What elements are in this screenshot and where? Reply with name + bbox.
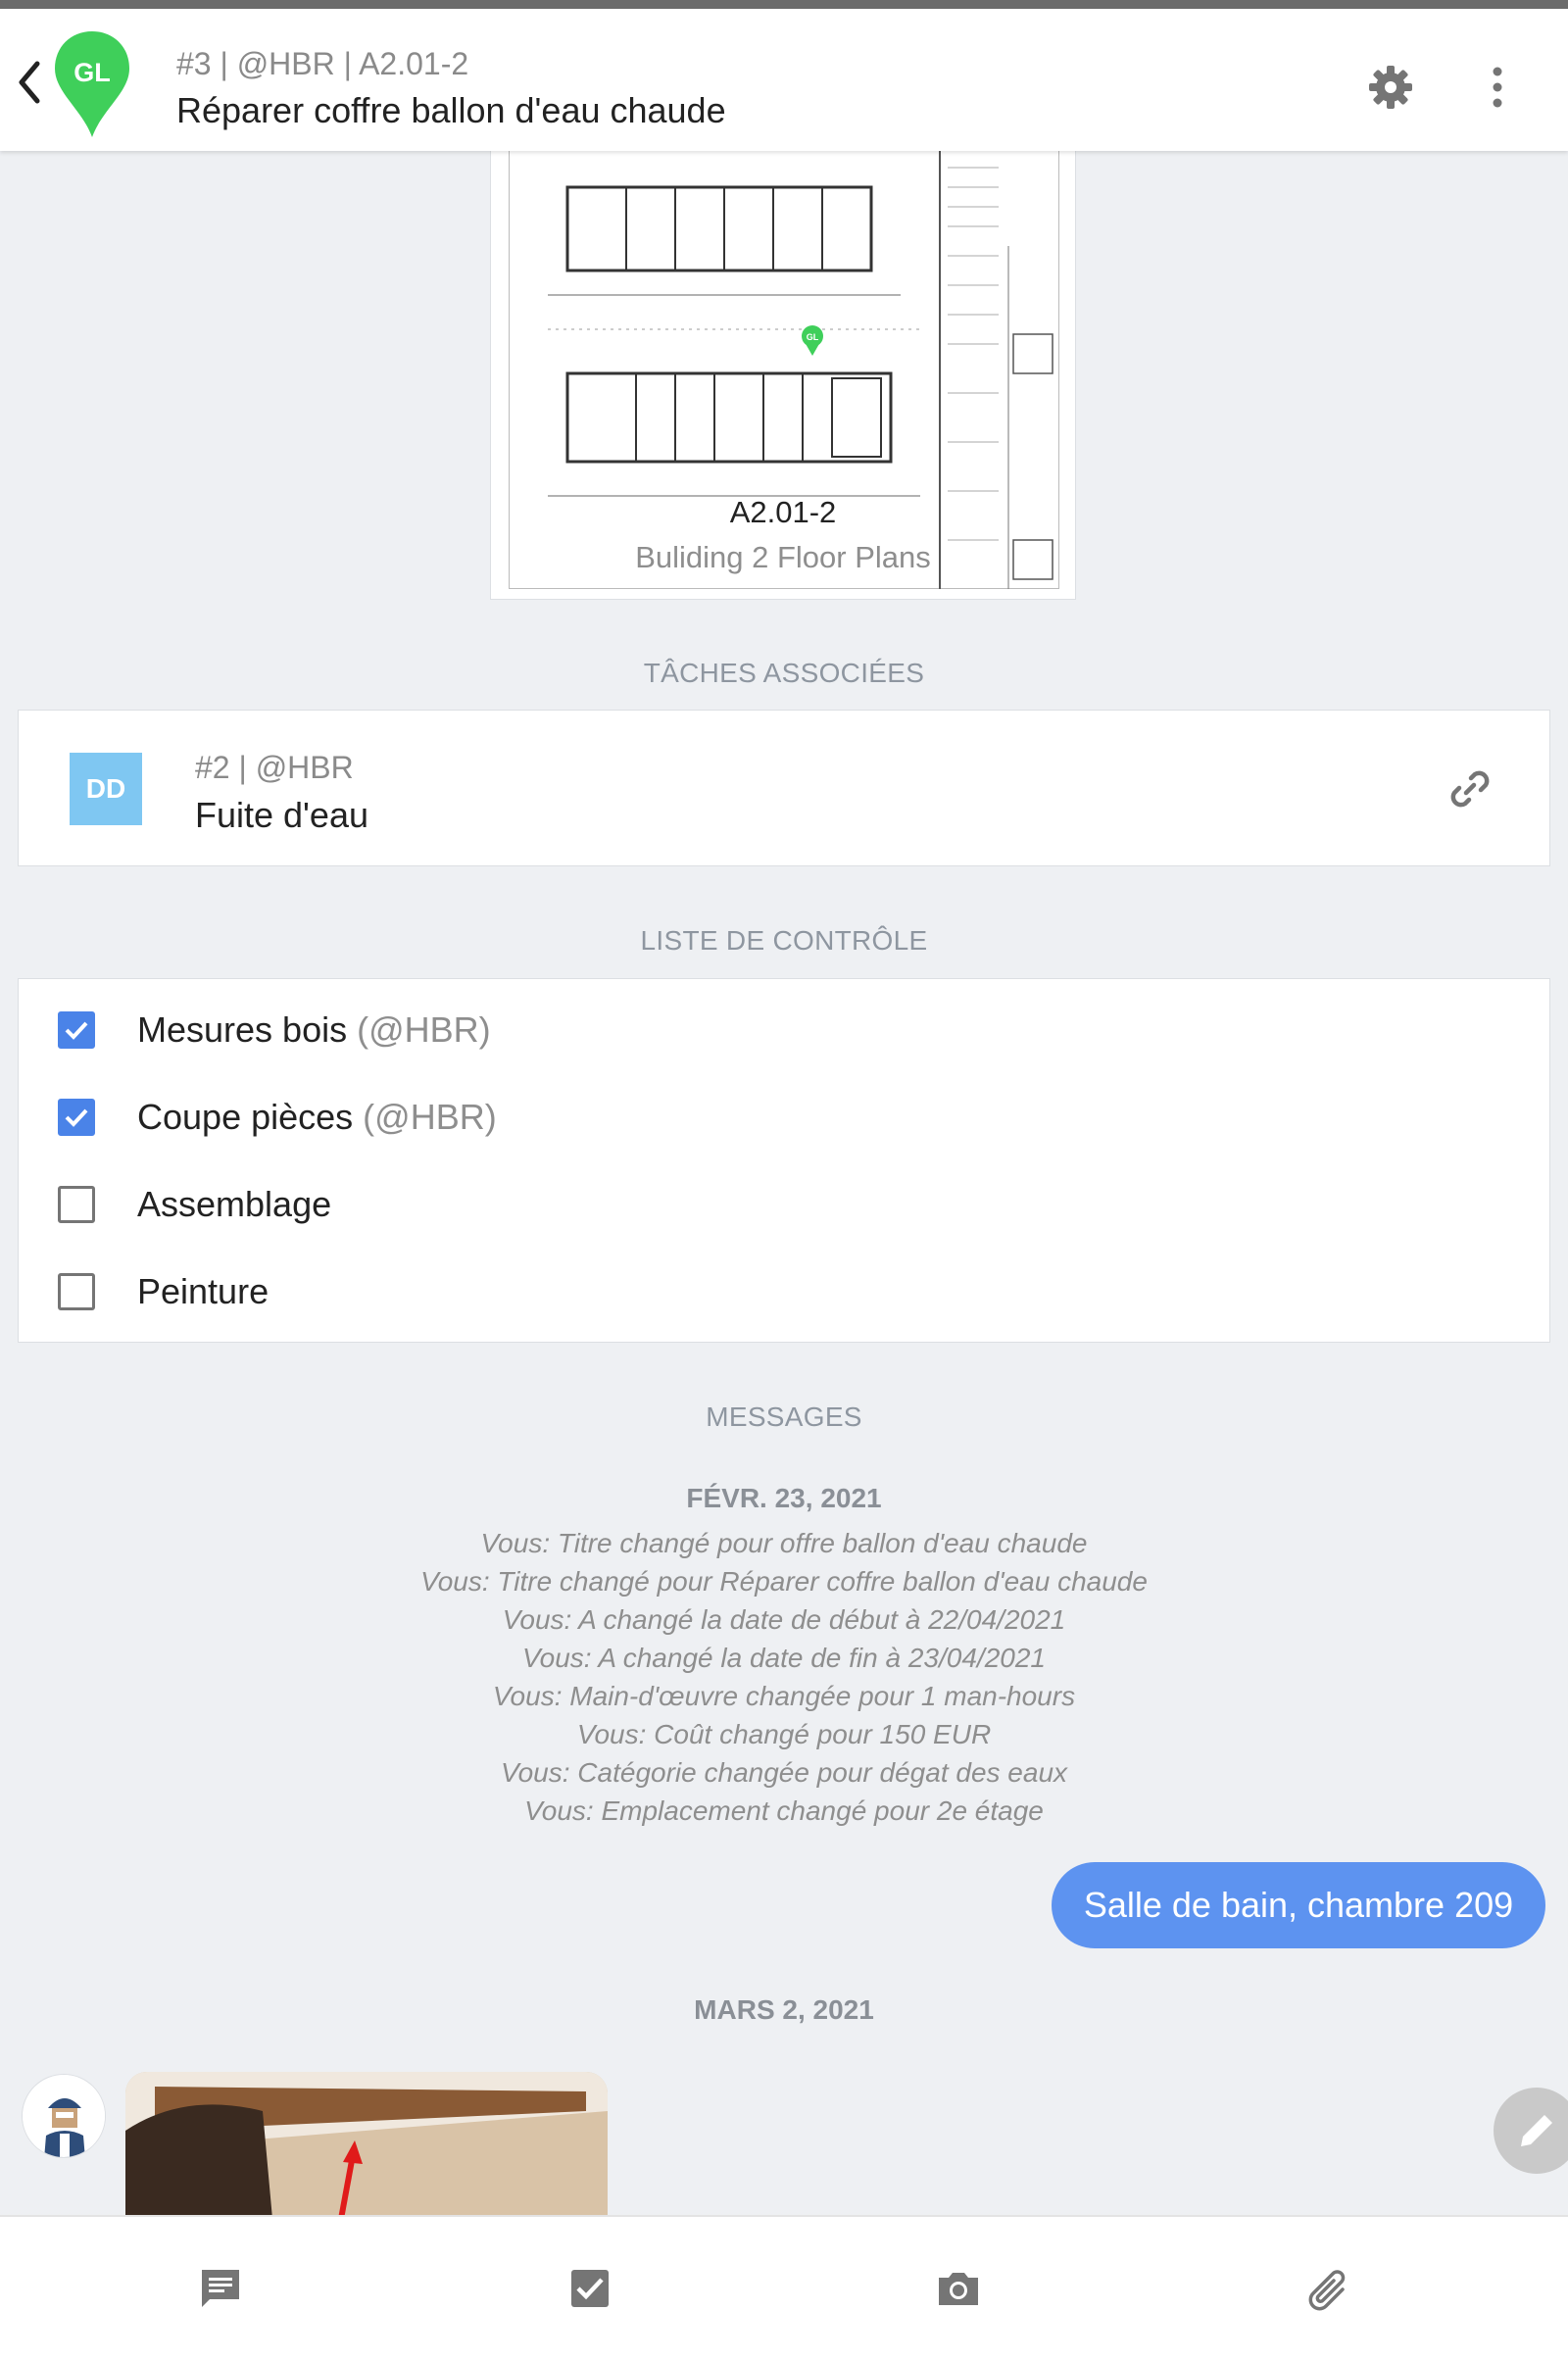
more-options-icon[interactable] [1482, 64, 1513, 111]
related-task-title: Fuite d'eau [195, 795, 368, 835]
activity-log-line: Vous: Titre changé pour Réparer coffre b… [420, 1566, 1148, 1597]
checklist-item[interactable]: Assemblage [19, 1171, 1551, 1240]
activity-log-line: Vous: A changé la date de début à 22/04/… [502, 1604, 1066, 1635]
camera-icon[interactable] [934, 2264, 983, 2313]
task-header: GL #3 | @HBR | A2.01-2 Réparer coffre ba… [0, 9, 1568, 151]
paperclip-icon[interactable] [1303, 2264, 1352, 2313]
checklist-item-label: Coupe pièces [137, 1097, 354, 1137]
checklist-item-assignee: (@HBR) [363, 1097, 497, 1137]
message-date: FÉVR. 23, 2021 [686, 1483, 882, 1513]
activity-log-line: Vous: Catégorie changée pour dégat des e… [500, 1757, 1068, 1788]
checklist-item[interactable]: Peinture [19, 1258, 1551, 1327]
checklist: Mesures bois (@HBR) Coupe pièces (@HBR) … [18, 978, 1550, 1343]
plan-name: Buliding 2 Floor Plans [635, 540, 931, 574]
related-task-item[interactable]: DD #2 | @HBR Fuite d'eau [18, 710, 1550, 866]
checkbox-unchecked[interactable] [58, 1273, 95, 1310]
checkbox-checked[interactable] [58, 1011, 95, 1049]
checkbox-unchecked[interactable] [58, 1186, 95, 1223]
edit-fab-button[interactable] [1494, 2088, 1568, 2174]
related-tasks-heading: TÂCHES ASSOCIÉES [643, 658, 925, 688]
checklist-heading: LISTE DE CONTRÔLE [640, 925, 928, 956]
checklist-item-assignee: (@HBR) [357, 1009, 491, 1050]
related-task-reference: #2 | @HBR [195, 750, 354, 785]
activity-log-line: Vous: Main-d'œuvre changée pour 1 man-ho… [492, 1681, 1076, 1711]
checklist-item[interactable]: Mesures bois (@HBR) [19, 997, 1551, 1065]
activity-log-line: Vous: Emplacement changé pour 2e étage [524, 1795, 1044, 1826]
avatar[interactable] [22, 2074, 106, 2158]
status-strip [0, 0, 1568, 9]
plan-marker-label: GL [807, 332, 819, 342]
messages-heading: MESSAGES [706, 1401, 862, 1432]
back-icon[interactable] [14, 58, 43, 107]
page-title: Réparer coffre ballon d'eau chaude [176, 90, 726, 130]
message-date: MARS 2, 2021 [694, 1994, 874, 2025]
task-avatar: DD [70, 753, 142, 825]
activity-log-line: Vous: A changé la date de fin à 23/04/20… [522, 1643, 1046, 1673]
attached-photo[interactable] [125, 2072, 608, 2219]
activity-log-line: Vous: Titre changé pour offre ballon d'e… [480, 1528, 1088, 1558]
message-bubble[interactable]: Salle de bain, chambre 209 [1052, 1862, 1545, 1948]
checkbox-icon[interactable] [565, 2264, 614, 2313]
pin-initials: GL [74, 58, 111, 87]
link-icon[interactable] [1446, 764, 1494, 813]
checklist-item-label: Peinture [137, 1271, 270, 1311]
checklist-item-label: Mesures bois [137, 1009, 348, 1050]
message-icon[interactable] [196, 2264, 245, 2313]
bottom-toolbar [0, 2215, 1568, 2360]
gear-icon[interactable] [1368, 65, 1413, 110]
checklist-item-label: Assemblage [137, 1184, 332, 1224]
activity-log-line: Vous: Coût changé pour 150 EUR [576, 1719, 992, 1749]
checkbox-checked[interactable] [58, 1099, 95, 1136]
plan-code: A2.01-2 [729, 495, 837, 529]
task-reference: #3 | @HBR | A2.01-2 [176, 46, 469, 81]
checklist-item[interactable]: Coupe pièces (@HBR) [19, 1084, 1551, 1153]
